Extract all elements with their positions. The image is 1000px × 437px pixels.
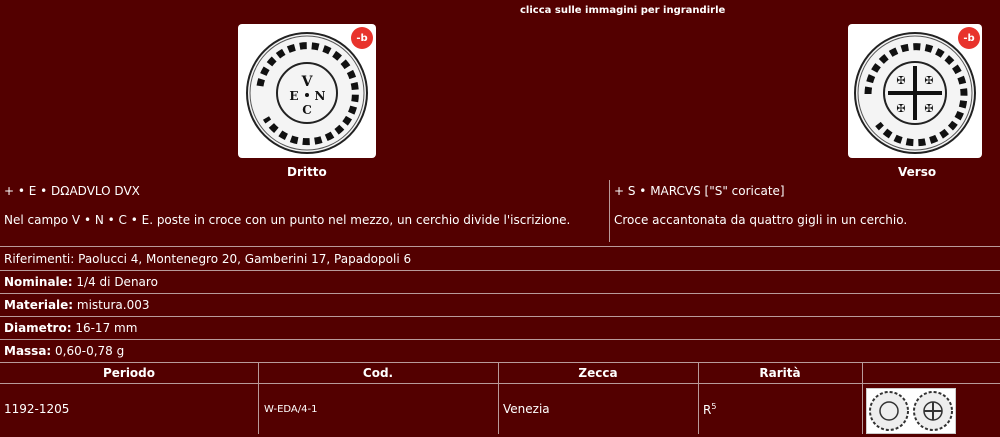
header-code: Cod. [362,366,394,380]
denomination-value: 1/4 di Denaro [72,275,158,289]
reverse-legend: + S • MARCVS ["S" coricate] [614,184,785,198]
coin-thumbnail-image[interactable] [866,388,956,434]
svg-text:✠: ✠ [896,102,905,115]
mass-row: Massa: 0,60-0,78 g [4,344,124,358]
coin-thumbnail-drawing [869,391,953,431]
references-row: Riferimenti: Paolucci 4, Montenegro 20, … [4,252,412,266]
divider [0,246,1000,247]
divider [0,339,1000,340]
divider [0,383,1000,384]
divider [0,362,1000,363]
material-row: Materiale: mistura.003 [4,298,150,312]
divider [0,270,1000,271]
divider [0,293,1000,294]
svg-text:N: N [315,89,326,103]
coin-reverse-image[interactable]: ✠ ✠ ✠ ✠ -b [848,24,982,158]
column-divider [609,180,610,242]
material-value: mistura.003 [73,298,150,312]
diameter-value: 16-17 mm [71,321,138,335]
column-divider [862,363,863,434]
coin-obverse-image[interactable]: V E N C -b [238,24,376,158]
material-label: Materiale: [4,298,74,312]
denomination-label: Nominale: [4,275,73,289]
diameter-label: Diametro: [4,321,72,335]
column-divider [698,363,699,434]
header-rarity: Rarità [759,366,801,380]
svg-text:✠: ✠ [896,74,905,87]
obverse-caption: Dritto [287,165,327,179]
reverse-caption: Verso [898,165,937,179]
divider [0,316,1000,317]
diameter-row: Diametro: 16-17 mm [4,321,137,335]
cell-period: 1192-1205 [4,402,70,416]
enlarge-hint: clicca sulle immagini per ingrandirle [520,5,726,16]
denomination-row: Nominale: 1/4 di Denaro [4,275,158,289]
column-divider [258,363,259,434]
cell-rarity: R5 [703,402,716,417]
column-divider [498,363,499,434]
logo-badge-icon: -b [958,27,980,49]
reverse-field-description: Croce accantonata da quattro gigli in un… [614,213,908,227]
mass-value: 0,60-0,78 g [51,344,125,358]
header-period: Periodo [102,366,156,380]
svg-text:V: V [301,74,314,90]
rarity-degree: 5 [711,402,717,411]
obverse-legend: + • E • DΩADVLO DVX [4,184,140,198]
cell-code: W-EDA/4-1 [264,404,318,415]
obverse-field-description: Nel campo V • N • C • E. poste in croce … [4,213,571,227]
svg-text:✠: ✠ [924,102,933,115]
svg-text:C: C [302,103,312,117]
header-mint: Zecca [578,366,618,380]
mass-label: Massa: [4,344,52,358]
logo-badge-icon: -b [351,27,373,49]
cell-mint: Venezia [503,402,550,416]
svg-text:E: E [289,89,298,103]
svg-text:✠: ✠ [924,74,933,87]
